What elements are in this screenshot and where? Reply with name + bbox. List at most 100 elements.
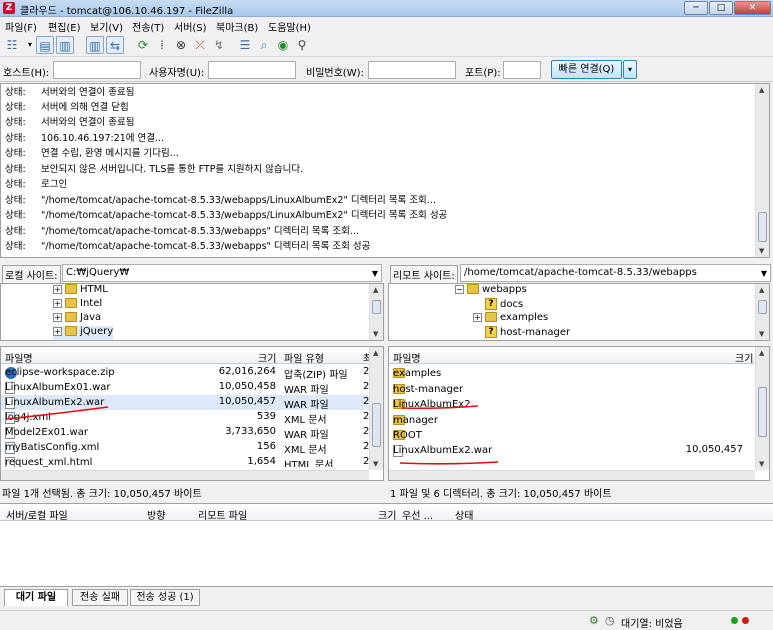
tab-failed-transfers[interactable]: 전송 실패 bbox=[72, 589, 128, 606]
sync-browse-icon[interactable]: ◉ bbox=[274, 36, 292, 54]
remote-tree-scrollbar[interactable]: ▲ ▼ bbox=[755, 284, 769, 340]
tree-node[interactable]: + HTML bbox=[53, 284, 108, 298]
user-input[interactable] bbox=[208, 61, 296, 79]
file-row[interactable]: LinuxAlbumEx2.war 10,050,457 bbox=[389, 443, 757, 458]
file-row[interactable]: manager bbox=[389, 413, 757, 428]
remote-tree-scroll-thumb[interactable] bbox=[758, 300, 767, 314]
password-input[interactable] bbox=[368, 61, 456, 79]
column-type-header[interactable]: 파일 유형 bbox=[284, 350, 324, 365]
toggle-log-icon[interactable]: ▤ bbox=[36, 36, 54, 54]
remote-list-scrollbar[interactable]: ▲ ▼ bbox=[755, 347, 769, 470]
menu-bookmarks[interactable]: 북마크(B) bbox=[216, 19, 258, 34]
expand-icon[interactable]: + bbox=[53, 326, 62, 336]
remote-path-input[interactable]: /home/tomcat/apache-tomcat-8.5.33/webapp… bbox=[460, 264, 771, 282]
scroll-down-icon[interactable]: ▼ bbox=[759, 247, 764, 255]
file-row[interactable]: LinuxAlbumEx01.war 10,050,458 WAR 파일 2 bbox=[1, 380, 371, 396]
message-log[interactable]: 상태: 서버와의 연결이 종료됨 상태: 서버에 의해 연결 닫힘 상태: 서버와의 … bbox=[0, 83, 770, 258]
site-manager-icon[interactable]: ☷ bbox=[3, 36, 21, 54]
menu-help[interactable]: 도움말(H) bbox=[268, 19, 311, 34]
directory-compare-icon[interactable]: ⌕ bbox=[255, 36, 273, 54]
local-path-input[interactable]: C:₩jQuery₩ ▼ bbox=[62, 264, 382, 282]
column-size-header[interactable]: 크기 bbox=[378, 507, 396, 522]
quickconnect-button[interactable]: 빠른 연결(Q) bbox=[551, 60, 622, 79]
log-scroll-thumb[interactable] bbox=[758, 212, 767, 242]
reconnect-icon[interactable]: ↯ bbox=[210, 36, 228, 54]
tree-node[interactable]: + examples bbox=[473, 312, 548, 326]
log-scrollbar[interactable]: ▲ ▼ bbox=[755, 84, 769, 257]
toggle-remote-tree-icon[interactable]: ▥ bbox=[86, 36, 104, 54]
file-row[interactable]: myBatisConfig.xml 156 XML 문서 2 bbox=[1, 440, 371, 456]
tree-node-selected[interactable]: + jQuery bbox=[53, 326, 114, 340]
file-row[interactable]: ROOT bbox=[389, 428, 757, 443]
scroll-down-icon[interactable]: ▼ bbox=[759, 330, 764, 338]
chevron-down-icon[interactable]: ▼ bbox=[372, 269, 378, 278]
maximize-button[interactable]: □ bbox=[709, 1, 733, 15]
expand-icon[interactable]: + bbox=[53, 312, 62, 322]
directory-filter-icon[interactable]: ☰ bbox=[236, 36, 254, 54]
collapse-icon[interactable]: − bbox=[455, 284, 464, 294]
port-input[interactable] bbox=[503, 61, 541, 79]
local-list-scroll-thumb[interactable] bbox=[372, 403, 381, 447]
column-status-header[interactable]: 상태 bbox=[455, 507, 473, 522]
menu-file[interactable]: 파일(F) bbox=[5, 19, 37, 34]
tab-queued-files[interactable]: 대기 파일 bbox=[4, 589, 68, 606]
tree-node[interactable]: ? docs bbox=[485, 298, 523, 312]
menu-view[interactable]: 보기(V) bbox=[90, 19, 123, 34]
local-directory-tree[interactable]: + HTML + Intel + Java + jQuery ▲ ▼ bbox=[0, 283, 384, 341]
file-row[interactable]: eclipse-workspace.zip 62,016,264 압축(ZIP)… bbox=[1, 365, 371, 381]
expand-icon[interactable]: + bbox=[53, 298, 62, 308]
file-row[interactable]: LinuxAlbumEx2 bbox=[389, 397, 757, 412]
local-list-scrollbar[interactable]: ▲ ▼ bbox=[369, 347, 383, 470]
expand-icon[interactable]: + bbox=[53, 284, 62, 294]
scroll-up-icon[interactable]: ▲ bbox=[759, 349, 764, 357]
toggle-queue-icon[interactable]: ⇆ bbox=[106, 36, 124, 54]
chevron-down-icon[interactable]: ▼ bbox=[761, 269, 767, 278]
toggle-local-tree-icon[interactable]: ▥ bbox=[56, 36, 74, 54]
local-file-list[interactable]: 파일명 크기 파일 유형 최 eclipse-workspace.zip 62,… bbox=[0, 346, 384, 481]
close-button[interactable]: ✕ bbox=[734, 1, 771, 15]
column-name-header[interactable]: 파일명 bbox=[5, 350, 33, 365]
column-server-file-header[interactable]: 서버/로컬 파일 bbox=[6, 507, 68, 522]
remote-list-scroll-thumb[interactable] bbox=[758, 387, 767, 437]
scroll-down-icon[interactable]: ▼ bbox=[373, 460, 378, 468]
host-input[interactable] bbox=[53, 61, 141, 79]
local-tree-scrollbar[interactable]: ▲ ▼ bbox=[369, 284, 383, 340]
file-row[interactable]: examples bbox=[389, 366, 757, 381]
tree-node[interactable]: + Intel bbox=[53, 298, 102, 312]
tree-node[interactable]: − webapps bbox=[455, 284, 527, 298]
transfer-queue[interactable]: 서버/로컬 파일 방향 리모트 파일 크기 우선 ... 상태 bbox=[0, 503, 773, 587]
gear-icon[interactable]: ⚙ bbox=[589, 614, 599, 627]
tree-node[interactable]: + Java bbox=[53, 312, 101, 326]
file-row[interactable]: host-manager bbox=[389, 382, 757, 397]
search-icon[interactable]: ⚲ bbox=[293, 36, 311, 54]
column-size-header[interactable]: 크기 bbox=[258, 350, 276, 365]
scroll-up-icon[interactable]: ▲ bbox=[373, 286, 378, 294]
menu-server[interactable]: 서버(S) bbox=[174, 19, 207, 34]
tree-node[interactable]: ? host-manager bbox=[485, 326, 570, 340]
expand-icon[interactable]: + bbox=[473, 312, 482, 322]
quickconnect-dropdown-icon[interactable]: ▾ bbox=[623, 60, 637, 79]
refresh-icon[interactable]: ⟳ bbox=[134, 36, 152, 54]
local-list-hscrollbar[interactable] bbox=[1, 470, 369, 480]
file-row[interactable]: Model2Ex01.war 3,733,650 WAR 파일 2 bbox=[1, 425, 371, 441]
cancel-operation-icon[interactable]: ⊗ bbox=[172, 36, 190, 54]
column-name-header[interactable]: 파일명 bbox=[393, 350, 421, 365]
file-row-selected[interactable]: LinuxAlbumEx2.war 10,050,457 WAR 파일 2 bbox=[1, 395, 371, 411]
remote-directory-tree[interactable]: − webapps ? docs + examples ? host-manager ▲… bbox=[388, 283, 770, 341]
local-tree-scroll-thumb[interactable] bbox=[372, 300, 381, 314]
file-row[interactable]: request_xml.html 1,654 HTML 문서 2 bbox=[1, 455, 371, 467]
process-queue-icon[interactable]: ⁞ bbox=[153, 36, 171, 54]
scroll-up-icon[interactable]: ▲ bbox=[759, 86, 764, 94]
tab-successful-transfers[interactable]: 전송 성공 (1) bbox=[130, 589, 200, 606]
remote-file-list[interactable]: 파일명 크기 examples host-manager LinuxAlbumE… bbox=[388, 346, 770, 481]
remote-list-hscrollbar[interactable] bbox=[389, 470, 755, 480]
disconnect-icon[interactable]: ⤫ bbox=[191, 36, 209, 54]
file-row[interactable]: log4j.xml 539 XML 문서 2 bbox=[1, 410, 371, 426]
minimize-button[interactable]: ─ bbox=[684, 1, 708, 15]
column-priority-header[interactable]: 우선 ... bbox=[402, 507, 433, 522]
column-direction-header[interactable]: 방향 bbox=[147, 507, 165, 522]
scroll-up-icon[interactable]: ▲ bbox=[373, 349, 378, 357]
menu-transfer[interactable]: 전송(T) bbox=[132, 19, 164, 34]
column-remote-file-header[interactable]: 리모트 파일 bbox=[198, 507, 247, 522]
column-size-header[interactable]: 크기 bbox=[735, 350, 753, 365]
